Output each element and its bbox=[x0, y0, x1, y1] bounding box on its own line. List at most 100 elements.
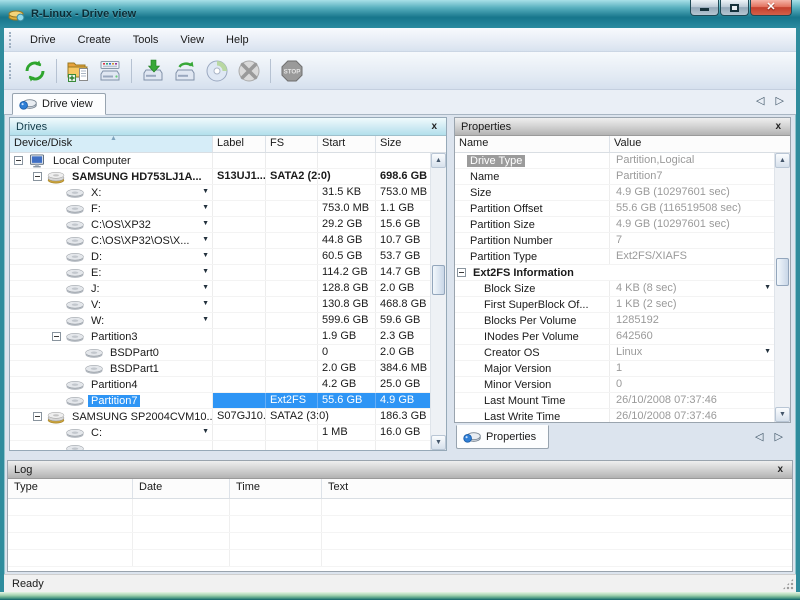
property-row[interactable]: Partition Size4.9 GB (10297601 sec) bbox=[455, 217, 774, 233]
drive-row[interactable]: E:▼114.2 GB14.7 GB bbox=[10, 265, 430, 281]
drive-row[interactable]: F:▼753.0 MB1.1 GB bbox=[10, 201, 430, 217]
row-dropdown-icon[interactable]: ▼ bbox=[202, 236, 209, 243]
drives-panel-close-icon[interactable]: x bbox=[428, 121, 440, 132]
log-panel-close-icon[interactable]: x bbox=[774, 464, 786, 475]
value-dropdown-icon[interactable]: ▼ bbox=[764, 284, 771, 291]
menu-create[interactable]: Create bbox=[67, 31, 122, 49]
tree-expander-icon[interactable] bbox=[14, 156, 23, 165]
log-column-time[interactable]: Time bbox=[230, 479, 322, 498]
log-column-text[interactable]: Text bbox=[322, 479, 792, 498]
scroll-down-icon[interactable]: ▼ bbox=[775, 407, 790, 422]
resize-grip-icon[interactable] bbox=[782, 578, 794, 590]
row-dropdown-icon[interactable]: ▼ bbox=[202, 268, 209, 275]
menu-drive[interactable]: Drive bbox=[19, 31, 67, 49]
row-dropdown-icon[interactable]: ▼ bbox=[202, 316, 209, 323]
drive-row[interactable]: Partition7Ext2FS55.6 GB4.9 GB bbox=[10, 393, 430, 409]
refresh-button[interactable] bbox=[19, 56, 51, 86]
properties-scrollbar[interactable]: ▲ ▼ bbox=[774, 153, 790, 422]
property-row[interactable]: Minor Version0 bbox=[455, 377, 774, 393]
properties-nav-arrows[interactable]: ◁ ▷ bbox=[755, 430, 787, 443]
property-row[interactable]: First SuperBlock Of...1 KB (2 sec) bbox=[455, 297, 774, 313]
tree-expander-icon[interactable] bbox=[33, 412, 42, 421]
column-size[interactable]: Size bbox=[376, 136, 446, 152]
menu-view[interactable]: View bbox=[169, 31, 215, 49]
drive-row[interactable]: C:\OS\XP32▼29.2 GB15.6 GB bbox=[10, 217, 430, 233]
title-bar[interactable]: R-Linux - Drive view ✕ bbox=[0, 0, 800, 28]
column-value[interactable]: Value bbox=[610, 136, 790, 152]
drive-row[interactable]: BSDPart002.0 GB bbox=[10, 345, 430, 361]
drive-row[interactable]: V:▼130.8 GB468.8 GB bbox=[10, 297, 430, 313]
column-device-disk[interactable]: Device/Disk ▲ bbox=[10, 136, 213, 152]
drives-scrollbar[interactable]: ▲ ▼ bbox=[430, 153, 446, 450]
property-row[interactable]: Last Write Time26/10/2008 07:37:46 bbox=[455, 409, 774, 422]
menu-tools[interactable]: Tools bbox=[122, 31, 170, 49]
open-drive-image-button[interactable] bbox=[62, 56, 94, 86]
property-row[interactable]: Partition TypeExt2FS/XIAFS bbox=[455, 249, 774, 265]
drives-scroll-thumb[interactable] bbox=[432, 265, 445, 295]
row-dropdown-icon[interactable]: ▼ bbox=[202, 300, 209, 307]
drive-row[interactable]: C:\OS\XP32\OS\X...▼44.8 GB10.7 GB bbox=[10, 233, 430, 249]
maximize-button[interactable] bbox=[720, 0, 749, 16]
drive-row[interactable]: SAMSUNG HD753LJ1A...S13UJ1...SATA2 (2:0)… bbox=[10, 169, 430, 185]
drive-name: C:\OS\XP32 bbox=[88, 219, 154, 231]
property-row[interactable]: Ext2FS Information bbox=[455, 265, 774, 281]
drive-row[interactable]: BSDPart12.0 GB384.6 MB bbox=[10, 361, 430, 377]
drive-row[interactable] bbox=[10, 441, 430, 450]
rescan-drive-button[interactable] bbox=[169, 56, 201, 86]
toolbar-grip[interactable] bbox=[9, 63, 12, 79]
connect-drive-button[interactable] bbox=[94, 56, 126, 86]
property-row[interactable]: Size4.9 GB (10297601 sec) bbox=[455, 185, 774, 201]
row-dropdown-icon[interactable]: ▼ bbox=[202, 428, 209, 435]
column-label[interactable]: Label bbox=[213, 136, 266, 152]
drive-row[interactable]: Local Computer bbox=[10, 153, 430, 169]
menubar-grip[interactable] bbox=[9, 32, 12, 48]
scroll-down-icon[interactable]: ▼ bbox=[431, 435, 446, 450]
properties-scroll-thumb[interactable] bbox=[776, 258, 789, 286]
property-row[interactable]: Partition Offset55.6 GB (116519508 sec) bbox=[455, 201, 774, 217]
tree-expander-icon[interactable] bbox=[33, 172, 42, 181]
menu-help[interactable]: Help bbox=[215, 31, 260, 49]
tab-nav-arrows[interactable]: ◁ ▷ bbox=[756, 94, 788, 107]
value-dropdown-icon[interactable]: ▼ bbox=[764, 348, 771, 355]
row-dropdown-icon[interactable]: ▼ bbox=[202, 252, 209, 259]
drive-row[interactable]: C:▼1 MB16.0 GB bbox=[10, 425, 430, 441]
property-row[interactable]: Drive TypePartition,Logical bbox=[455, 153, 774, 169]
drive-row[interactable]: SAMSUNG SP2004CVM10...S07GJ10...SATA2 (3… bbox=[10, 409, 430, 425]
row-dropdown-icon[interactable]: ▼ bbox=[202, 188, 209, 195]
minimize-button[interactable] bbox=[690, 0, 719, 16]
property-row[interactable]: Creator OSLinux▼ bbox=[455, 345, 774, 361]
column-name[interactable]: Name bbox=[455, 136, 610, 152]
drive-row[interactable]: Partition31.9 GB2.3 GB bbox=[10, 329, 430, 345]
stop-button[interactable]: STOP bbox=[276, 56, 308, 86]
create-disc-button[interactable] bbox=[201, 56, 233, 86]
column-start[interactable]: Start bbox=[318, 136, 376, 152]
drive-row[interactable]: Partition44.2 GB25.0 GB bbox=[10, 377, 430, 393]
log-column-date[interactable]: Date bbox=[133, 479, 230, 498]
property-row[interactable]: Blocks Per Volume1285192 bbox=[455, 313, 774, 329]
property-row[interactable]: Last Mount Time26/10/2008 07:37:46 bbox=[455, 393, 774, 409]
drive-row[interactable]: J:▼128.8 GB2.0 GB bbox=[10, 281, 430, 297]
tree-expander-icon[interactable] bbox=[457, 268, 466, 277]
property-row[interactable]: INodes Per Volume642560 bbox=[455, 329, 774, 345]
drive-row[interactable]: D:▼60.5 GB53.7 GB bbox=[10, 249, 430, 265]
tab-properties[interactable]: Properties bbox=[456, 425, 549, 449]
scroll-up-icon[interactable]: ▲ bbox=[775, 153, 790, 168]
column-fs[interactable]: FS bbox=[266, 136, 318, 152]
property-row[interactable]: Partition Number7 bbox=[455, 233, 774, 249]
row-dropdown-icon[interactable]: ▼ bbox=[202, 204, 209, 211]
property-row[interactable]: Block Size4 KB (8 sec)▼ bbox=[455, 281, 774, 297]
drive-row[interactable]: X:▼31.5 KB753.0 MB bbox=[10, 185, 430, 201]
row-dropdown-icon[interactable]: ▼ bbox=[202, 284, 209, 291]
close-button[interactable]: ✕ bbox=[750, 0, 792, 16]
scroll-up-icon[interactable]: ▲ bbox=[431, 153, 446, 168]
property-row[interactable]: NamePartition7 bbox=[455, 169, 774, 185]
tab-drive-view[interactable]: Drive view bbox=[12, 93, 106, 115]
properties-panel-close-icon[interactable]: x bbox=[772, 121, 784, 132]
row-dropdown-icon[interactable]: ▼ bbox=[202, 220, 209, 227]
property-row[interactable]: Major Version1 bbox=[455, 361, 774, 377]
drive-row[interactable]: W:▼599.6 GB59.6 GB bbox=[10, 313, 430, 329]
tree-expander-icon[interactable] bbox=[52, 332, 61, 341]
log-column-type[interactable]: Type bbox=[8, 479, 133, 498]
scan-drive-button[interactable] bbox=[137, 56, 169, 86]
close-drive-button[interactable] bbox=[233, 56, 265, 86]
